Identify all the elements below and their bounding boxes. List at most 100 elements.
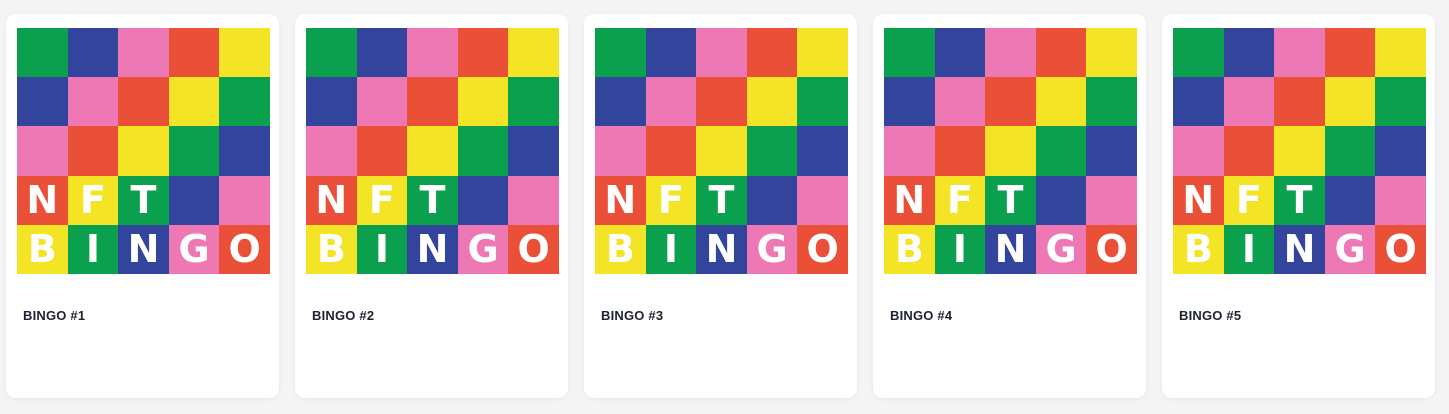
artwork-letter-tile: B bbox=[1173, 224, 1224, 274]
nft-title-4[interactable]: BINGO #4 bbox=[890, 308, 952, 323]
artwork-letter-tile: I bbox=[645, 224, 697, 274]
artwork-color-tile bbox=[508, 175, 559, 225]
artwork-color-tile bbox=[1324, 175, 1376, 225]
artwork-color-tile bbox=[407, 77, 458, 127]
artwork-color-tile bbox=[168, 77, 220, 127]
artwork-color-tile bbox=[118, 77, 169, 127]
artwork-letter-tile: F bbox=[1223, 175, 1275, 225]
artwork-letter-tile: I bbox=[1223, 224, 1275, 274]
nft-card-5[interactable]: NFTBINGO BINGO #5 bbox=[1162, 14, 1435, 398]
artwork-color-tile bbox=[696, 28, 747, 78]
artwork-color-tile bbox=[696, 77, 747, 127]
artwork-color-tile bbox=[645, 28, 697, 78]
artwork-letter-tile: O bbox=[1086, 224, 1137, 274]
artwork-color-tile bbox=[306, 126, 357, 176]
artwork-color-tile bbox=[1324, 126, 1376, 176]
artwork-color-tile bbox=[1223, 28, 1275, 78]
artwork-color-tile bbox=[407, 28, 458, 78]
artwork-color-tile bbox=[1035, 126, 1087, 176]
artwork-color-tile bbox=[1375, 77, 1426, 127]
artwork-color-tile bbox=[696, 126, 747, 176]
artwork-color-tile bbox=[356, 126, 408, 176]
artwork-color-tile bbox=[1223, 126, 1275, 176]
artwork-letter-tile: B bbox=[884, 224, 935, 274]
nft-card-1[interactable]: NFTBINGO BINGO #1 bbox=[6, 14, 279, 398]
artwork-letter-tile: N bbox=[1274, 224, 1325, 274]
artwork-letter-tile: B bbox=[306, 224, 357, 274]
artwork-letter-tile: T bbox=[118, 175, 169, 225]
artwork-letter-tile: G bbox=[168, 224, 220, 274]
artwork-letter-tile: N bbox=[118, 224, 169, 274]
artwork-color-tile bbox=[168, 126, 220, 176]
artwork-letter-tile: F bbox=[934, 175, 986, 225]
artwork-color-tile bbox=[1086, 175, 1137, 225]
artwork-letter-tile: B bbox=[17, 224, 68, 274]
artwork-color-tile bbox=[457, 77, 509, 127]
artwork-letter-tile: N bbox=[1173, 175, 1224, 225]
artwork-color-tile bbox=[595, 28, 646, 78]
artwork-color-tile bbox=[884, 77, 935, 127]
artwork-color-tile bbox=[797, 175, 848, 225]
nft-title-1[interactable]: BINGO #1 bbox=[23, 308, 85, 323]
artwork-letter-tile: N bbox=[595, 175, 646, 225]
artwork-color-tile bbox=[645, 77, 697, 127]
artwork-color-tile bbox=[67, 77, 119, 127]
nft-title-2[interactable]: BINGO #2 bbox=[312, 308, 374, 323]
artwork-letter-tile: G bbox=[746, 224, 798, 274]
nft-gallery-grid: NFTBINGO BINGO #1 NFTBINGO BINGO #2 NFTB… bbox=[0, 0, 1449, 414]
artwork-letter-tile: N bbox=[407, 224, 458, 274]
artwork-color-tile bbox=[797, 28, 848, 78]
artwork-color-tile bbox=[1173, 28, 1224, 78]
artwork-color-tile bbox=[219, 126, 270, 176]
artwork-color-tile bbox=[457, 28, 509, 78]
artwork-letter-tile: T bbox=[985, 175, 1036, 225]
artwork-color-tile bbox=[934, 77, 986, 127]
artwork-letter-tile: O bbox=[797, 224, 848, 274]
artwork-color-tile bbox=[508, 126, 559, 176]
artwork-color-tile bbox=[1035, 28, 1087, 78]
artwork-color-tile bbox=[356, 28, 408, 78]
artwork-color-tile bbox=[934, 126, 986, 176]
artwork-color-tile bbox=[219, 77, 270, 127]
nft-card-2[interactable]: NFTBINGO BINGO #2 bbox=[295, 14, 568, 398]
artwork-color-tile bbox=[1223, 77, 1275, 127]
nft-image-3[interactable]: NFTBINGO bbox=[595, 28, 848, 274]
artwork-color-tile bbox=[797, 126, 848, 176]
nft-card-4[interactable]: NFTBINGO BINGO #4 bbox=[873, 14, 1146, 398]
nft-image-1[interactable]: NFTBINGO bbox=[17, 28, 270, 274]
artwork-color-tile bbox=[407, 126, 458, 176]
artwork-color-tile bbox=[1035, 175, 1087, 225]
artwork-letter-tile: N bbox=[17, 175, 68, 225]
nft-title-3[interactable]: BINGO #3 bbox=[601, 308, 663, 323]
artwork-color-tile bbox=[508, 28, 559, 78]
artwork-letter-tile: I bbox=[934, 224, 986, 274]
artwork-color-tile bbox=[746, 28, 798, 78]
artwork-color-tile bbox=[797, 77, 848, 127]
artwork-color-tile bbox=[645, 126, 697, 176]
artwork-color-tile bbox=[884, 28, 935, 78]
nft-image-4[interactable]: NFTBINGO bbox=[884, 28, 1137, 274]
artwork-letter-tile: O bbox=[219, 224, 270, 274]
nft-card-3[interactable]: NFTBINGO BINGO #3 bbox=[584, 14, 857, 398]
artwork-color-tile bbox=[1375, 126, 1426, 176]
artwork-color-tile bbox=[1375, 28, 1426, 78]
artwork-color-tile bbox=[457, 126, 509, 176]
artwork-color-tile bbox=[1173, 77, 1224, 127]
nft-image-2[interactable]: NFTBINGO bbox=[306, 28, 559, 274]
artwork-letter-tile: O bbox=[508, 224, 559, 274]
artwork-letter-tile: N bbox=[696, 224, 747, 274]
nft-title-5[interactable]: BINGO #5 bbox=[1179, 308, 1241, 323]
artwork-color-tile bbox=[17, 28, 68, 78]
artwork-color-tile bbox=[985, 28, 1036, 78]
nft-image-5[interactable]: NFTBINGO bbox=[1173, 28, 1426, 274]
artwork-color-tile bbox=[1035, 77, 1087, 127]
artwork-letter-tile: F bbox=[67, 175, 119, 225]
artwork-color-tile bbox=[17, 126, 68, 176]
artwork-color-tile bbox=[219, 175, 270, 225]
artwork-letter-tile: N bbox=[306, 175, 357, 225]
artwork-color-tile bbox=[1324, 77, 1376, 127]
artwork-letter-tile: F bbox=[645, 175, 697, 225]
artwork-color-tile bbox=[508, 77, 559, 127]
artwork-color-tile bbox=[595, 77, 646, 127]
artwork-color-tile bbox=[1274, 126, 1325, 176]
